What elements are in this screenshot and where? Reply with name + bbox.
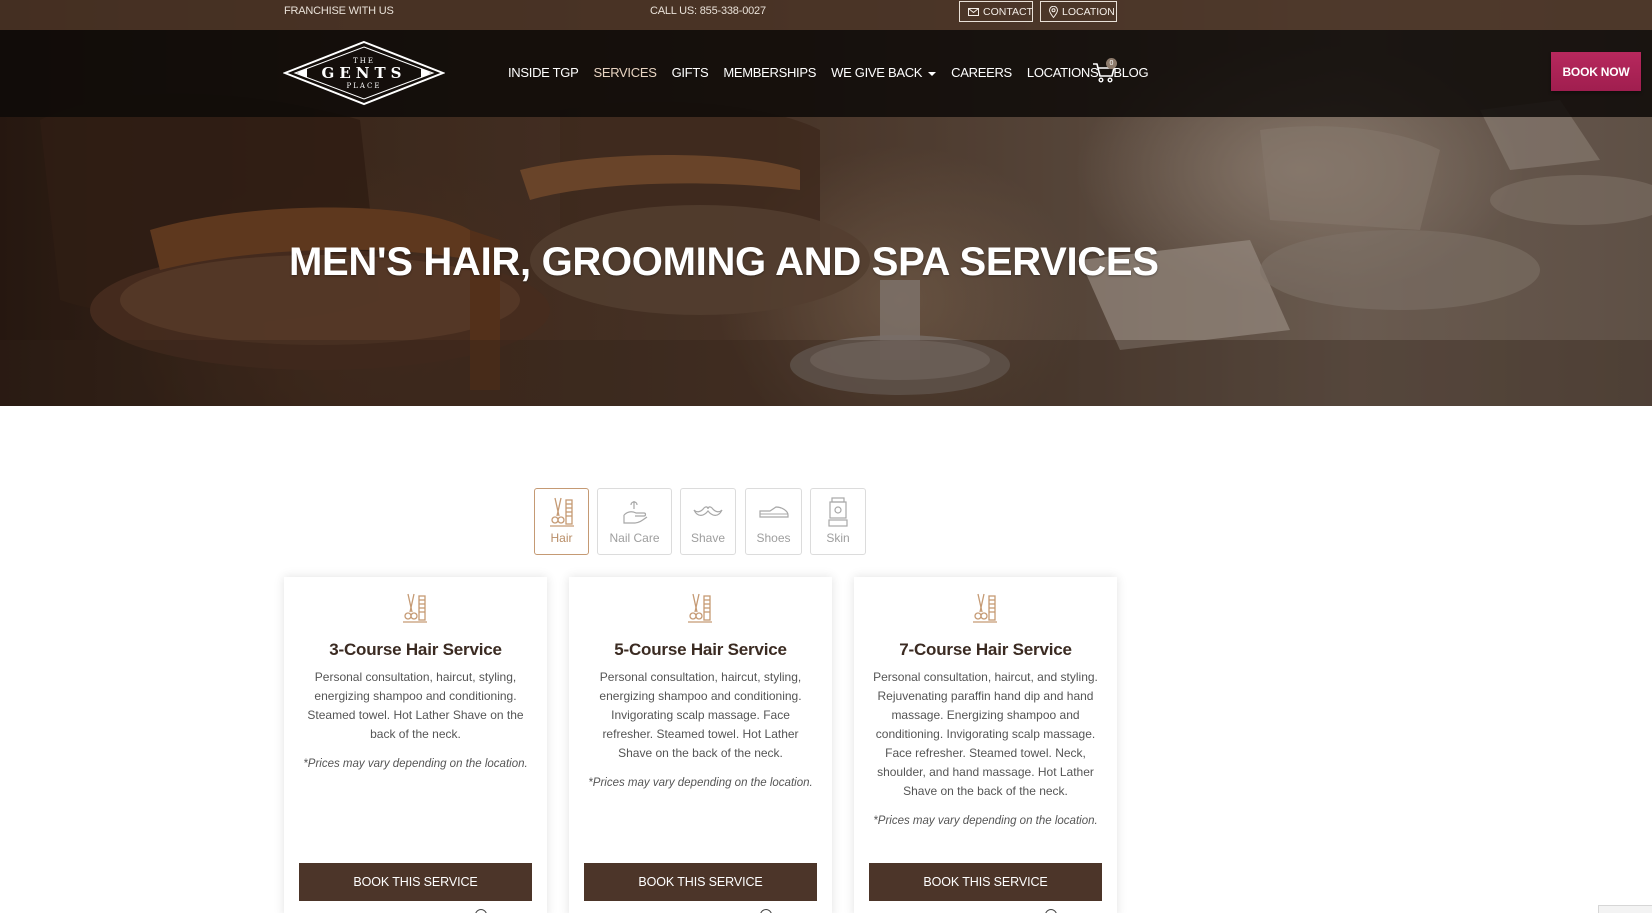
- cart-count-badge: 0: [1106, 58, 1117, 69]
- tab-shave-label: Shave: [690, 531, 726, 545]
- nav-locations-label: LOCATIONS: [1026, 65, 1099, 80]
- hair-tools-icon: [545, 495, 579, 529]
- logo-wordmark: THE GENTS PLACE: [283, 40, 445, 106]
- nav-services-label: SERVICES: [593, 65, 657, 80]
- nav-we-give-back[interactable]: WE GIVE BACK: [831, 65, 937, 80]
- primary-nav: INSIDE TGP SERVICES GIFTS MEMBERSHIPS WE…: [508, 65, 1163, 80]
- hair-tools-icon: [966, 592, 1004, 626]
- nav-inside-tgp[interactable]: INSIDE TGP: [508, 65, 579, 80]
- tab-hair[interactable]: Hair: [534, 488, 589, 555]
- tab-nail-care[interactable]: Nail Care: [597, 488, 672, 555]
- hair-tools-icon: [681, 592, 719, 626]
- service-description: Personal consultation, haircut, and styl…: [873, 670, 1098, 798]
- hand-icon: [618, 495, 652, 529]
- circle-icon: [474, 909, 487, 913]
- nav-blog-label: BLOG: [1113, 65, 1149, 80]
- location-label: LOCATION: [1062, 5, 1115, 18]
- book-this-service-button[interactable]: BOOK THIS SERVICE: [299, 863, 532, 901]
- book-now-button[interactable]: BOOK NOW: [1551, 52, 1641, 91]
- card-footer-decoration: [569, 909, 832, 913]
- service-card: 5-Course Hair Service Personal consultat…: [569, 577, 832, 913]
- price-disclaimer: *Prices may vary depending on the locati…: [588, 777, 813, 789]
- service-title: 5-Course Hair Service: [614, 640, 787, 659]
- book-this-service-button[interactable]: BOOK THIS SERVICE: [584, 863, 817, 901]
- tab-hair-label: Hair: [550, 531, 573, 545]
- nav-locations[interactable]: LOCATIONS: [1026, 65, 1099, 80]
- mustache-icon: [691, 495, 725, 529]
- map-pin-icon: [1049, 5, 1058, 18]
- nav-inside-tgp-label: INSIDE TGP: [508, 65, 579, 80]
- service-card: 3-Course Hair Service Personal consultat…: [284, 577, 547, 913]
- contact-label: CONTACT: [983, 5, 1033, 18]
- tab-shoes[interactable]: Shoes: [745, 488, 802, 555]
- hair-tools-icon: [396, 592, 434, 626]
- service-description: Personal consultation, haircut, styling,…: [599, 670, 802, 760]
- nav-gifts-label: GIFTS: [671, 65, 709, 80]
- nav-blog[interactable]: BLOG: [1113, 65, 1148, 80]
- service-description-block: Personal consultation, haircut, and styl…: [870, 668, 1101, 831]
- card-footer-decoration: [854, 909, 1117, 913]
- tab-skin[interactable]: Skin: [810, 488, 866, 555]
- chevron-down-icon: [928, 71, 937, 76]
- skincare-bottle-icon: [821, 495, 855, 529]
- location-button[interactable]: LOCATION: [1040, 1, 1117, 22]
- contact-button[interactable]: CONTACT: [959, 1, 1033, 22]
- service-title: 7-Course Hair Service: [899, 640, 1072, 659]
- service-description-block: Personal consultation, haircut, styling,…: [585, 668, 816, 793]
- service-card: 7-Course Hair Service Personal consultat…: [854, 577, 1117, 913]
- page-title: MEN'S HAIR, GROOMING AND SPA SERVICES: [289, 240, 1159, 284]
- nav-careers[interactable]: CAREERS: [951, 65, 1012, 80]
- logo-line-place: PLACE: [346, 81, 382, 90]
- price-disclaimer: *Prices may vary depending on the locati…: [303, 758, 528, 770]
- recaptcha-badge[interactable]: [1598, 905, 1652, 913]
- shoe-icon: [757, 495, 791, 529]
- gents-place-logo[interactable]: THE GENTS PLACE: [283, 40, 445, 106]
- nav-services[interactable]: SERVICES: [593, 65, 656, 80]
- nav-gifts[interactable]: GIFTS: [672, 65, 709, 80]
- service-description-block: Personal consultation, haircut, styling,…: [300, 668, 531, 774]
- circle-icon: [1044, 909, 1057, 913]
- tab-skin-label: Skin: [826, 531, 850, 545]
- tab-shoes-label: Shoes: [756, 531, 791, 545]
- service-description: Personal consultation, haircut, styling,…: [307, 670, 524, 741]
- nav-we-give-back-label: WE GIVE BACK: [831, 65, 923, 80]
- page: FRANCHISE WITH US CALL US: 855-338-0027 …: [0, 0, 1652, 913]
- service-title: 3-Course Hair Service: [329, 640, 502, 659]
- top-utility-bar: FRANCHISE WITH US CALL US: 855-338-0027 …: [0, 0, 1652, 30]
- nav-memberships[interactable]: MEMBERSHIPS: [723, 65, 816, 80]
- circle-icon: [759, 909, 772, 913]
- card-footer-decoration: [284, 909, 547, 913]
- tab-nail-care-label: Nail Care: [609, 531, 660, 545]
- book-this-service-button[interactable]: BOOK THIS SERVICE: [869, 863, 1102, 901]
- nav-careers-label: CAREERS: [951, 65, 1012, 80]
- nav-memberships-label: MEMBERSHIPS: [723, 65, 817, 80]
- price-disclaimer: *Prices may vary depending on the locati…: [873, 815, 1098, 827]
- tab-shave[interactable]: Shave: [680, 488, 736, 555]
- envelope-icon: [968, 7, 979, 16]
- franchise-link[interactable]: FRANCHISE WITH US: [284, 5, 394, 17]
- phone-number[interactable]: CALL US: 855-338-0027: [650, 5, 766, 17]
- logo-line-gents: GENTS: [321, 63, 407, 82]
